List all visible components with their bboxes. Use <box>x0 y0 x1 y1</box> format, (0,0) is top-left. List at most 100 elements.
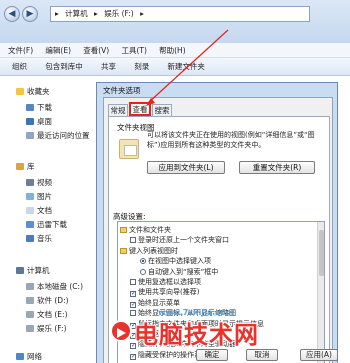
tab-view[interactable]: 查看 <box>129 102 151 116</box>
sidebar-label: 软件 (D:) <box>37 296 69 305</box>
back-button[interactable]: ◀ <box>4 6 20 22</box>
sidebar-favorites[interactable]: 收藏夹 <box>16 86 50 97</box>
advanced-setting-row[interactable]: 登录时还原上一个文件夹窗口 <box>130 235 229 245</box>
sidebar-label: 计算机 <box>27 266 50 275</box>
sidebar-label: 文档 <box>37 206 52 215</box>
apply-button[interactable]: 应用(A) <box>300 349 338 361</box>
include-in-library-button[interactable]: 包含到库中 <box>45 58 83 76</box>
recent-places-icon <box>26 132 34 139</box>
sidebar-computer[interactable]: 计算机 <box>16 265 50 276</box>
desktop-icon <box>26 118 34 125</box>
sidebar-drive-f[interactable]: 娱乐 (F:) <box>26 323 67 334</box>
sidebar-downloads[interactable]: 下载 <box>26 102 52 113</box>
address-part-drive[interactable]: 娱乐 (F:) <box>104 9 134 18</box>
sidebar-xunlei[interactable]: 迅雷下载 <box>26 219 67 230</box>
sidebar-label: 迅雷下载 <box>37 220 67 229</box>
advanced-setting-row[interactable]: ✓ 始终显示菜单 <box>130 298 180 308</box>
advanced-scrollbar[interactable] <box>317 222 324 363</box>
sidebar-documents[interactable]: 文档 <box>26 205 52 216</box>
reset-folders-button[interactable]: 重置文件夹(R) <box>239 161 315 174</box>
advanced-setting-row[interactable]: 在视图中选择键入项 <box>140 256 211 266</box>
download-folder-icon <box>26 104 34 111</box>
share-button[interactable]: 共享 <box>101 58 116 76</box>
address-sep-icon: ▸ <box>94 9 98 18</box>
advanced-setting-row: 文件和文件夹 <box>120 225 171 235</box>
advanced-setting-label: 始终显示菜单 <box>138 298 180 307</box>
drive-icon <box>26 297 34 304</box>
document-icon <box>26 207 34 214</box>
sidebar-music[interactable]: 音乐 <box>26 233 52 244</box>
checkbox[interactable]: ✓ <box>130 301 136 308</box>
folder-icon <box>120 227 127 233</box>
sidebar-drive-d[interactable]: 软件 (D:) <box>26 295 69 306</box>
apply-to-folders-button[interactable]: 应用到文件夹(L) <box>147 161 225 174</box>
menu-edit[interactable]: 编辑(E) <box>45 43 71 58</box>
menu-bar: 文件(F) 编辑(E) 查看(V) 工具(T) 帮助(H) <box>0 43 350 58</box>
menu-file[interactable]: 文件(F) <box>8 43 33 58</box>
sidebar-label: 收藏夹 <box>27 87 50 96</box>
sidebar-label: 桌面 <box>37 117 52 126</box>
menu-help[interactable]: 帮助(H) <box>159 43 186 58</box>
drive-icon <box>26 325 34 332</box>
sidebar-desktop[interactable]: 桌面 <box>26 116 52 127</box>
navigation-pane: 收藏夹 下载 桌面 最近访问的位置 库 视频 图片 文档 迅雷下载 音乐 计算机… <box>0 77 98 363</box>
sidebar-network[interactable]: 网络 <box>16 351 42 362</box>
sidebar-drive-e[interactable]: 文档 (E:) <box>26 309 68 320</box>
sidebar-label: 娱乐 (F:) <box>37 324 67 333</box>
new-folder-button[interactable]: 新建文件夹 <box>167 58 205 76</box>
folder-views-description: 可以将该文件夹正在使用的视图(例如“详细信息”或“图标”)应用到所有这种类型的文… <box>147 131 315 149</box>
sidebar-label: 文档 (E:) <box>37 310 68 319</box>
advanced-setting-label: 使用复选框以选择项 <box>138 278 201 286</box>
advanced-setting-label: 键入列表视图时 <box>129 246 178 255</box>
sidebar-recent[interactable]: 最近访问的位置 <box>26 130 90 141</box>
tab-general[interactable]: 常规 <box>108 104 128 116</box>
menu-view[interactable]: 查看(V) <box>83 43 109 58</box>
cancel-button[interactable]: 取消 <box>246 349 278 361</box>
dialog-title: 文件夹选项 <box>103 86 141 95</box>
sidebar-label: 下载 <box>37 103 52 112</box>
watermark-logo-icon <box>110 320 132 342</box>
advanced-setting-row[interactable]: ✓ 使用共享向导(推荐) <box>130 287 200 298</box>
checkbox[interactable] <box>130 237 136 244</box>
library-icon <box>16 163 24 170</box>
sidebar-videos[interactable]: 视频 <box>26 177 52 188</box>
ok-button[interactable]: 确定 <box>196 349 228 361</box>
address-field[interactable]: ▸ 计算机 ▸ 娱乐 (F:) ▸ <box>50 6 310 22</box>
checkbox[interactable] <box>130 279 136 285</box>
advanced-setting-label: 文件和文件夹 <box>129 226 171 234</box>
sidebar-label: 音乐 <box>37 234 52 243</box>
advanced-setting-row[interactable]: 使用复选框以选择项 <box>130 277 201 287</box>
address-bar-area: ◀ ▶ ▸ 计算机 ▸ 娱乐 (F:) ▸ <box>0 0 350 43</box>
sidebar-libraries[interactable]: 库 <box>16 161 35 172</box>
scrollbar-thumb[interactable] <box>319 230 324 276</box>
folder-views-icon <box>119 139 139 159</box>
radio-button[interactable] <box>140 268 146 275</box>
advanced-setting-row[interactable]: 自动键入到“搜索”框中 <box>140 267 218 277</box>
address-arrow-icon: ▸ <box>55 9 59 18</box>
tab-search[interactable]: 搜索 <box>152 104 172 116</box>
command-bar: 组织 包含到库中 共享 刻录 新建文件夹 <box>0 58 350 76</box>
address-part-computer[interactable]: 计算机 <box>65 9 88 18</box>
radio-button[interactable] <box>140 258 146 265</box>
checkbox[interactable]: ✓ <box>130 291 136 298</box>
picture-icon <box>26 193 34 200</box>
watermark-text: 电脑技术网 <box>134 321 259 349</box>
sidebar-label: 库 <box>27 162 35 171</box>
forward-button[interactable]: ▶ <box>22 6 38 22</box>
organize-button[interactable]: 组织 <box>12 58 27 76</box>
burn-button[interactable]: 刻录 <box>134 58 149 76</box>
music-icon <box>26 235 34 242</box>
address-sep-icon: ▸ <box>140 9 144 18</box>
drive-icon <box>26 311 34 318</box>
sidebar-pictures[interactable]: 图片 <box>26 191 52 202</box>
sidebar-label: 网络 <box>27 352 42 361</box>
sidebar-label: 视频 <box>37 178 52 187</box>
advanced-setting-label: 使用共享向导(推荐) <box>138 288 200 297</box>
network-icon <box>16 353 24 360</box>
sidebar-label: 最近访问的位置 <box>37 131 90 140</box>
checkbox[interactable]: ✓ <box>130 353 136 360</box>
sidebar-drive-c[interactable]: 本地磁盘 (C:) <box>26 281 83 292</box>
xunlei-icon <box>26 221 34 228</box>
star-icon <box>16 88 24 95</box>
menu-tools[interactable]: 工具(T) <box>121 43 146 58</box>
